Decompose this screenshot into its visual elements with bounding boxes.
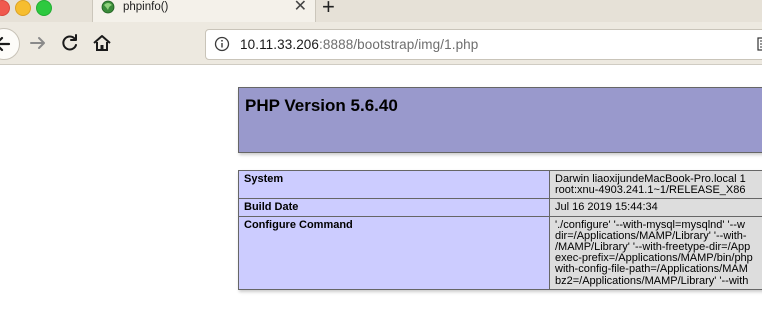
reload-icon[interactable]	[59, 32, 81, 54]
reader-view-icon[interactable]	[757, 37, 762, 51]
close-window-button[interactable]	[0, 0, 10, 16]
info-icon[interactable]	[214, 36, 230, 52]
row-value-line: root:xnu-4903.241.1~1/RELEASE_X86	[555, 184, 746, 197]
url-path: :8888/bootstrap/img/1.php	[319, 37, 479, 52]
tab-phpinfo[interactable]: phpinfo() ✕	[92, 0, 316, 22]
tab-title: phpinfo()	[123, 1, 169, 13]
zoom-window-button[interactable]	[36, 0, 52, 16]
home-icon[interactable]	[91, 32, 113, 54]
row-value: './configure' '--with-mysql=mysqlnd' '--…	[549, 215, 762, 290]
navigation-toolbar: 10.11.33.206:8888/bootstrap/img/1.php	[0, 22, 762, 64]
new-tab-button[interactable]: +	[322, 0, 335, 18]
row-value: Darwin liaoxijundeMacBook-Pro.local 1 roo…	[549, 169, 762, 200]
tab-close-icon[interactable]: ✕	[294, 0, 307, 15]
url-text: 10.11.33.206:8888/bootstrap/img/1.php	[240, 37, 478, 52]
table-row: Build Date Jul 16 2019 15:44:34	[238, 198, 762, 217]
row-key: System	[238, 169, 550, 200]
url-host: 10.11.33.206	[240, 37, 320, 52]
page-content: PHP Version 5.6.40 System Darwin liaoxiju…	[0, 65, 762, 311]
php-version-header: PHP Version 5.6.40	[238, 87, 762, 153]
table-row: Configure Command './configure' '--with-m…	[238, 215, 762, 290]
forward-arrow-icon[interactable]	[27, 32, 49, 54]
row-value-line: Jul 16 2019 15:44:34	[555, 201, 658, 214]
back-button[interactable]	[0, 28, 20, 60]
favicon-icon	[101, 0, 115, 14]
row-value: Jul 16 2019 15:44:34	[549, 198, 762, 217]
table-row: System Darwin liaoxijundeMacBook-Pro.loca…	[238, 169, 762, 200]
row-key: Build Date	[238, 198, 550, 217]
browser-chrome: phpinfo() ✕ + 10.11.33.206:8888/bootstra…	[0, 0, 762, 65]
address-bar[interactable]: 10.11.33.206:8888/bootstrap/img/1.php	[205, 29, 762, 60]
php-info-table: System Darwin liaoxijundeMacBook-Pro.loca…	[238, 169, 762, 290]
row-value-line: with-config-file-path=/Applications/MAM	[555, 263, 748, 276]
page-title: PHP Version 5.6.40	[245, 96, 398, 115]
tab-bar: phpinfo() ✕ +	[0, 0, 762, 22]
row-key: Configure Command	[238, 215, 550, 290]
row-value-line: bz2=/Applications/MAMP/Library' '--with	[555, 274, 749, 287]
back-arrow-icon	[0, 36, 11, 52]
minimize-window-button[interactable]	[15, 0, 31, 16]
